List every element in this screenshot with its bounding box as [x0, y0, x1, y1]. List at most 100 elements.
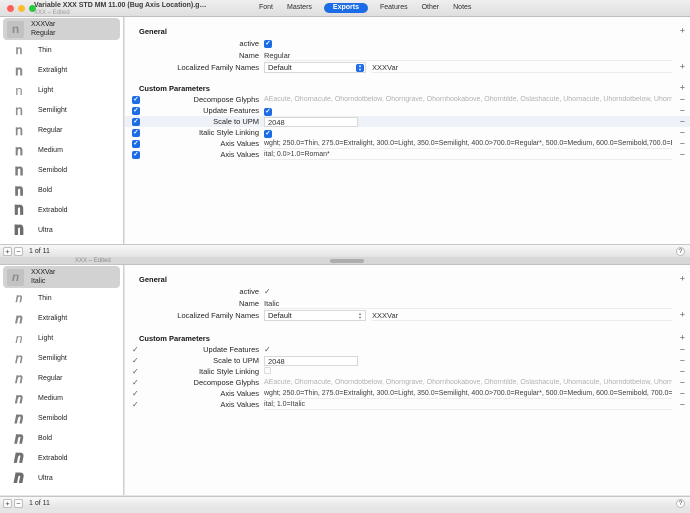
param-enabled-checkbox[interactable]: ✓ [132, 129, 140, 137]
tab-notes[interactable]: Notes [451, 3, 473, 13]
remove-parameter-button[interactable]: − [680, 345, 685, 354]
param-enabled-checkbox[interactable]: ✓ [132, 389, 139, 398]
remove-parameter-button[interactable]: − [680, 128, 685, 137]
list-item-xxxvar-italic[interactable]: n XXXVar Italic [3, 266, 120, 288]
tab-exports[interactable]: Exports [324, 3, 368, 13]
name-field[interactable]: Italic [264, 298, 672, 309]
add-custom-parameter-button[interactable]: + [680, 84, 685, 93]
tab-features[interactable]: Features [378, 3, 410, 13]
remove-parameter-button[interactable]: − [680, 389, 685, 398]
weight-glyph-icon: n [7, 64, 31, 77]
list-item-regular[interactable]: nRegular [0, 120, 123, 140]
list-item-regular-italic[interactable]: nRegular [0, 368, 123, 388]
add-localized-name-button[interactable]: + [680, 311, 685, 320]
add-instance-button[interactable]: + [3, 247, 12, 256]
remove-parameter-button[interactable]: − [680, 106, 685, 115]
language-dropdown[interactable]: Default ▴▾ [264, 310, 366, 321]
list-item-semibold[interactable]: nSemibold [0, 160, 123, 180]
param-enabled-checkbox[interactable]: ✓ [132, 140, 140, 148]
list-item-light[interactable]: nLight [0, 80, 123, 100]
background-window-subtitle: XXX – Edited [75, 258, 111, 264]
instance-family-name: XXXVar [31, 20, 56, 29]
background-window-titlebar[interactable]: XXX – Edited [0, 257, 690, 265]
add-general-parameter-button[interactable]: + [680, 27, 685, 36]
weight-glyph-icon: n [7, 202, 31, 218]
list-item-bold-italic[interactable]: nBold [0, 428, 123, 448]
scale-to-upm-input[interactable]: 2048 [264, 356, 358, 366]
remove-parameter-button[interactable]: − [680, 117, 685, 126]
add-general-parameter-button[interactable]: + [680, 275, 685, 284]
italic-style-linking-checkbox[interactable] [264, 367, 271, 374]
remove-instance-button[interactable]: − [14, 247, 23, 256]
weight-glyph-icon: n [7, 450, 31, 466]
param-enabled-checkbox[interactable]: ✓ [132, 107, 140, 115]
param-enabled-checkbox[interactable]: ✓ [132, 400, 139, 409]
tab-font[interactable]: Font [257, 3, 275, 13]
param-enabled-checkbox[interactable]: ✓ [132, 378, 139, 387]
name-field[interactable]: Regular [264, 50, 672, 61]
remove-instance-button[interactable]: − [14, 499, 23, 508]
list-item-thin-italic[interactable]: nThin [0, 288, 123, 308]
list-item-ultra-italic[interactable]: nUltra [0, 468, 123, 488]
param-enabled-checkbox[interactable]: ✓ [132, 96, 140, 104]
remove-parameter-button[interactable]: − [680, 150, 685, 159]
list-item-semilight-italic[interactable]: nSemilight [0, 348, 123, 368]
param-enabled-checkbox[interactable]: ✓ [132, 151, 140, 159]
minimize-window-button[interactable] [18, 5, 25, 12]
remove-parameter-button[interactable]: − [680, 378, 685, 387]
instances-footer-regular: + − 1 of 11 ? [0, 244, 690, 257]
update-features-checkbox[interactable]: ✓ [264, 108, 272, 116]
param-enabled-checkbox[interactable]: ✓ [132, 356, 139, 365]
decompose-glyphs-value[interactable]: AEacute, Ohornacute, Ohorndotbelow, Ohor… [264, 96, 672, 103]
localized-family-name-field[interactable]: XXXVar [372, 62, 672, 73]
list-item-extrabold[interactable]: nExtrabold [0, 200, 123, 220]
weight-glyph-icon: n [7, 371, 31, 385]
weight-glyph-icon: n [7, 312, 31, 325]
remove-parameter-button[interactable]: − [680, 95, 685, 104]
list-item-extrabold-italic[interactable]: nExtrabold [0, 448, 123, 468]
remove-parameter-button[interactable]: − [680, 400, 685, 409]
decompose-glyphs-value[interactable]: AEacute, Ohornacute, Ohorndotbelow, Ohor… [264, 379, 672, 386]
add-instance-button[interactable]: + [3, 499, 12, 508]
param-enabled-checkbox[interactable]: ✓ [132, 367, 139, 376]
help-button[interactable]: ? [676, 247, 685, 256]
list-item-bold[interactable]: nBold [0, 180, 123, 200]
remove-parameter-button[interactable]: − [680, 356, 685, 365]
tab-other[interactable]: Other [420, 3, 442, 13]
update-features-checkbox[interactable]: ✓ [264, 345, 271, 354]
italic-style-linking-checkbox[interactable]: ✓ [264, 130, 272, 138]
general-section-heading: General [139, 27, 167, 36]
list-item-extralight[interactable]: nExtralight [0, 60, 123, 80]
tab-masters[interactable]: Masters [285, 3, 314, 13]
help-button[interactable]: ? [676, 499, 685, 508]
list-item-semilight[interactable]: nSemilight [0, 100, 123, 120]
language-dropdown[interactable]: Default ▴▾ [264, 62, 366, 73]
instances-footer-italic: + − 1 of 11 ? [0, 496, 690, 509]
axis-values-wght-field[interactable]: wght; 250.0=Thin, 275.0=Extralight, 300.… [264, 138, 672, 149]
name-row: Name Italic [125, 297, 690, 309]
list-item-xxxvar-regular[interactable]: n XXXVar Regular [3, 18, 120, 40]
list-item-thin[interactable]: nThin [0, 40, 123, 60]
axis-values-ital-field[interactable]: ital; 0.0>1.0=Roman* [264, 149, 672, 160]
axis-values-ital-field[interactable]: ital; 1.0=Italic [264, 399, 672, 410]
list-item-semibold-italic[interactable]: nSemibold [0, 408, 123, 428]
remove-parameter-button[interactable]: − [680, 367, 685, 376]
add-localized-name-button[interactable]: + [680, 63, 685, 72]
list-item-medium[interactable]: nMedium [0, 140, 123, 160]
add-custom-parameter-button[interactable]: + [680, 334, 685, 343]
remove-parameter-button[interactable]: − [680, 139, 685, 148]
list-item-light-italic[interactable]: nLight [0, 328, 123, 348]
localized-family-name-field[interactable]: XXXVar [372, 310, 672, 321]
list-item-medium-italic[interactable]: nMedium [0, 388, 123, 408]
list-item-extralight-italic[interactable]: nExtralight [0, 308, 123, 328]
list-item-ultra[interactable]: nUltra [0, 220, 123, 240]
instance-style-name: Italic [31, 277, 55, 286]
axis-values-wght-field[interactable]: wght; 250.0=Thin, 275.0=Extralight, 300.… [264, 388, 672, 399]
scale-to-upm-input[interactable]: 2048 [264, 117, 358, 127]
instances-list-regular: n XXXVar Regular nThin nExtralight nLigh… [0, 17, 124, 244]
close-window-button[interactable] [7, 5, 14, 12]
param-enabled-checkbox[interactable]: ✓ [132, 118, 140, 126]
param-enabled-checkbox[interactable]: ✓ [132, 345, 139, 354]
active-checkbox[interactable]: ✓ [264, 40, 272, 48]
active-checkbox[interactable]: ✓ [264, 287, 271, 296]
